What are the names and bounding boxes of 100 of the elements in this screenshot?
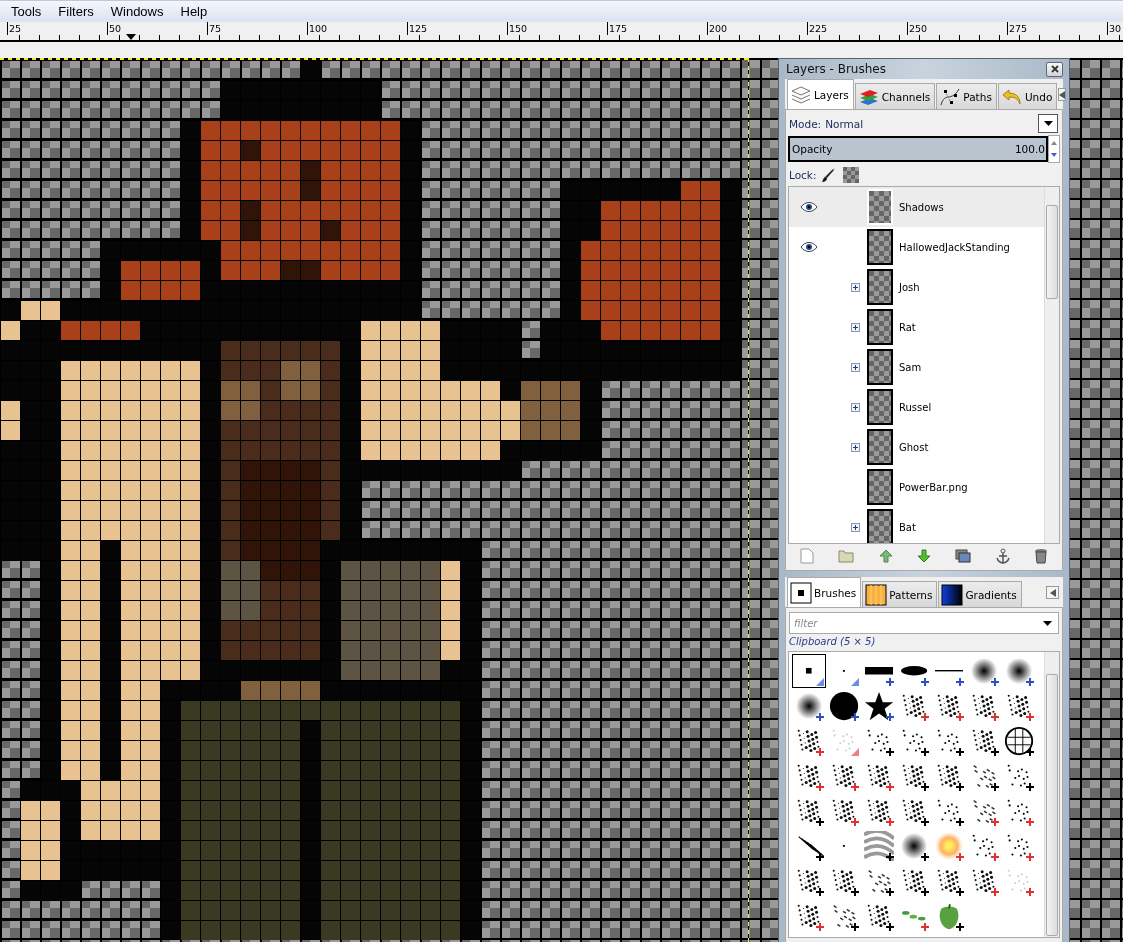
- tab[interactable]: Brushes: [787, 577, 862, 607]
- texture-brush-icon: [863, 830, 895, 862]
- gradient-swatch-icon: [941, 583, 964, 606]
- layer-row[interactable]: Bat: [789, 507, 1044, 543]
- layer-name: HallowedJackStanding: [899, 241, 1010, 253]
- brush-swatch[interactable]: [862, 829, 896, 863]
- opacity-slider[interactable]: Opacity 100.0: [788, 136, 1048, 162]
- bar-brush-icon: [864, 667, 894, 675]
- lock-label: Lock:: [789, 168, 817, 181]
- soft-brush-icon: [1003, 655, 1035, 687]
- filter-field[interactable]: filter: [789, 612, 1059, 634]
- expander-icon[interactable]: [851, 322, 860, 332]
- brush-set-label: Clipboard (5 × 5): [788, 636, 877, 649]
- line-brush-icon: [934, 670, 964, 672]
- expander-icon[interactable]: [851, 402, 860, 412]
- layer-thumbnail: [867, 309, 893, 345]
- layer-thumbnail: [867, 229, 893, 265]
- eye-icon[interactable]: [800, 202, 818, 212]
- anchor-icon[interactable]: [995, 548, 1010, 564]
- scrollbar[interactable]: [1044, 187, 1059, 543]
- soft-brush-icon: [898, 830, 930, 862]
- close-icon: [1050, 65, 1059, 73]
- layer-row[interactable]: HallowedJackStanding: [789, 227, 1044, 267]
- layer-row[interactable]: Shadows: [789, 187, 1044, 227]
- layer-name: Rat: [899, 321, 916, 333]
- cells-brush-icon: [1003, 725, 1035, 757]
- layer-row[interactable]: PowerBar.png: [789, 467, 1044, 507]
- dot-brush-icon: [842, 844, 846, 848]
- brush-swatch[interactable]: [1002, 724, 1036, 758]
- layer-name: Sam: [899, 361, 922, 373]
- mode-value: Normal: [825, 117, 864, 130]
- ellipse-brush-icon: [900, 666, 928, 676]
- undo-arrow-icon: [1000, 86, 1023, 107]
- layer-name: Bat: [899, 521, 916, 533]
- layer-row[interactable]: Ghost: [789, 427, 1044, 467]
- paintbrush-icon[interactable]: [820, 166, 837, 183]
- scrollbar[interactable]: [1044, 652, 1059, 937]
- expander-icon[interactable]: [851, 362, 860, 372]
- eye-icon[interactable]: [800, 242, 818, 252]
- caret-icon: [1043, 621, 1052, 626]
- star-brush-icon: [863, 690, 895, 722]
- layer-name: Russel: [899, 401, 932, 413]
- layer-row[interactable]: Sam: [789, 347, 1044, 387]
- down-arrow-icon[interactable]: [917, 549, 931, 563]
- layer-name: PowerBar.png: [899, 481, 968, 493]
- tab[interactable]: Gradients: [938, 581, 1022, 607]
- tab[interactable]: Layers: [787, 79, 854, 109]
- menu-item[interactable]: Tools: [0, 4, 48, 19]
- trash-icon[interactable]: [1033, 548, 1048, 564]
- brush-swatch[interactable]: [827, 689, 861, 723]
- layer-name: Ghost: [899, 441, 929, 453]
- expander-icon[interactable]: [851, 522, 860, 532]
- layer-name: Josh: [899, 281, 920, 293]
- layer-name: Shadows: [899, 201, 944, 213]
- caret-icon: [1043, 121, 1053, 126]
- glow-brush-icon: [933, 830, 965, 862]
- layer-thumbnail: [867, 429, 893, 465]
- layer-stack-icon: [790, 84, 812, 105]
- ruler-label: 30: [1107, 22, 1123, 35]
- layer-thumbnail: [867, 269, 893, 305]
- tab-menu-button[interactable]: [1058, 88, 1067, 101]
- layer-thumbnail: [867, 389, 893, 425]
- mode-dropdown-button[interactable]: [1038, 114, 1058, 133]
- layer-row[interactable]: Josh: [789, 267, 1044, 307]
- tab-menu-button[interactable]: [1046, 586, 1059, 599]
- square-brush-icon: [805, 667, 813, 675]
- close-button[interactable]: [1046, 61, 1063, 77]
- layer-row[interactable]: Rat: [789, 307, 1044, 347]
- tab[interactable]: Paths: [936, 83, 997, 109]
- layer-thumbnail: [867, 469, 893, 505]
- menu-item[interactable]: Help: [169, 4, 214, 19]
- brush-swatch[interactable]: [932, 829, 966, 863]
- layer-thumbnail: [867, 189, 893, 225]
- pattern-swatch-icon: [865, 583, 888, 606]
- dot-brush-icon: [842, 669, 846, 673]
- layer-row[interactable]: Russel: [789, 387, 1044, 427]
- tab[interactable]: Undo: [997, 83, 1058, 109]
- soft-brush-icon: [968, 655, 1000, 687]
- checkerboard-icon[interactable]: [843, 166, 860, 183]
- up-arrow-icon[interactable]: [878, 549, 893, 563]
- mode-label: Mode:: [789, 117, 822, 130]
- menu-item[interactable]: Filters: [47, 4, 100, 19]
- tab[interactable]: Patterns: [862, 581, 938, 607]
- opacity-value: 100.0: [1014, 143, 1045, 155]
- brush-square-icon: [790, 581, 812, 604]
- circle-brush-icon: [828, 690, 860, 722]
- left-triangle-icon: [1059, 90, 1066, 99]
- expander-icon[interactable]: [851, 282, 860, 292]
- tab[interactable]: Channels: [854, 83, 936, 109]
- layer-thumbnail: [867, 509, 893, 543]
- menu-item[interactable]: Windows: [99, 4, 170, 19]
- brush-swatch[interactable]: [792, 654, 826, 688]
- layer-thumbnail: [867, 349, 893, 385]
- soft-brush-icon: [793, 690, 825, 722]
- left-triangle-icon: [1049, 588, 1056, 597]
- duplicate-icon[interactable]: [955, 549, 972, 563]
- window-title: Layers - Brushes: [785, 62, 886, 76]
- expander-icon[interactable]: [851, 442, 860, 452]
- opacity-label: Opacity: [792, 143, 833, 155]
- spinner-arrows-icon[interactable]: [1048, 135, 1060, 163]
